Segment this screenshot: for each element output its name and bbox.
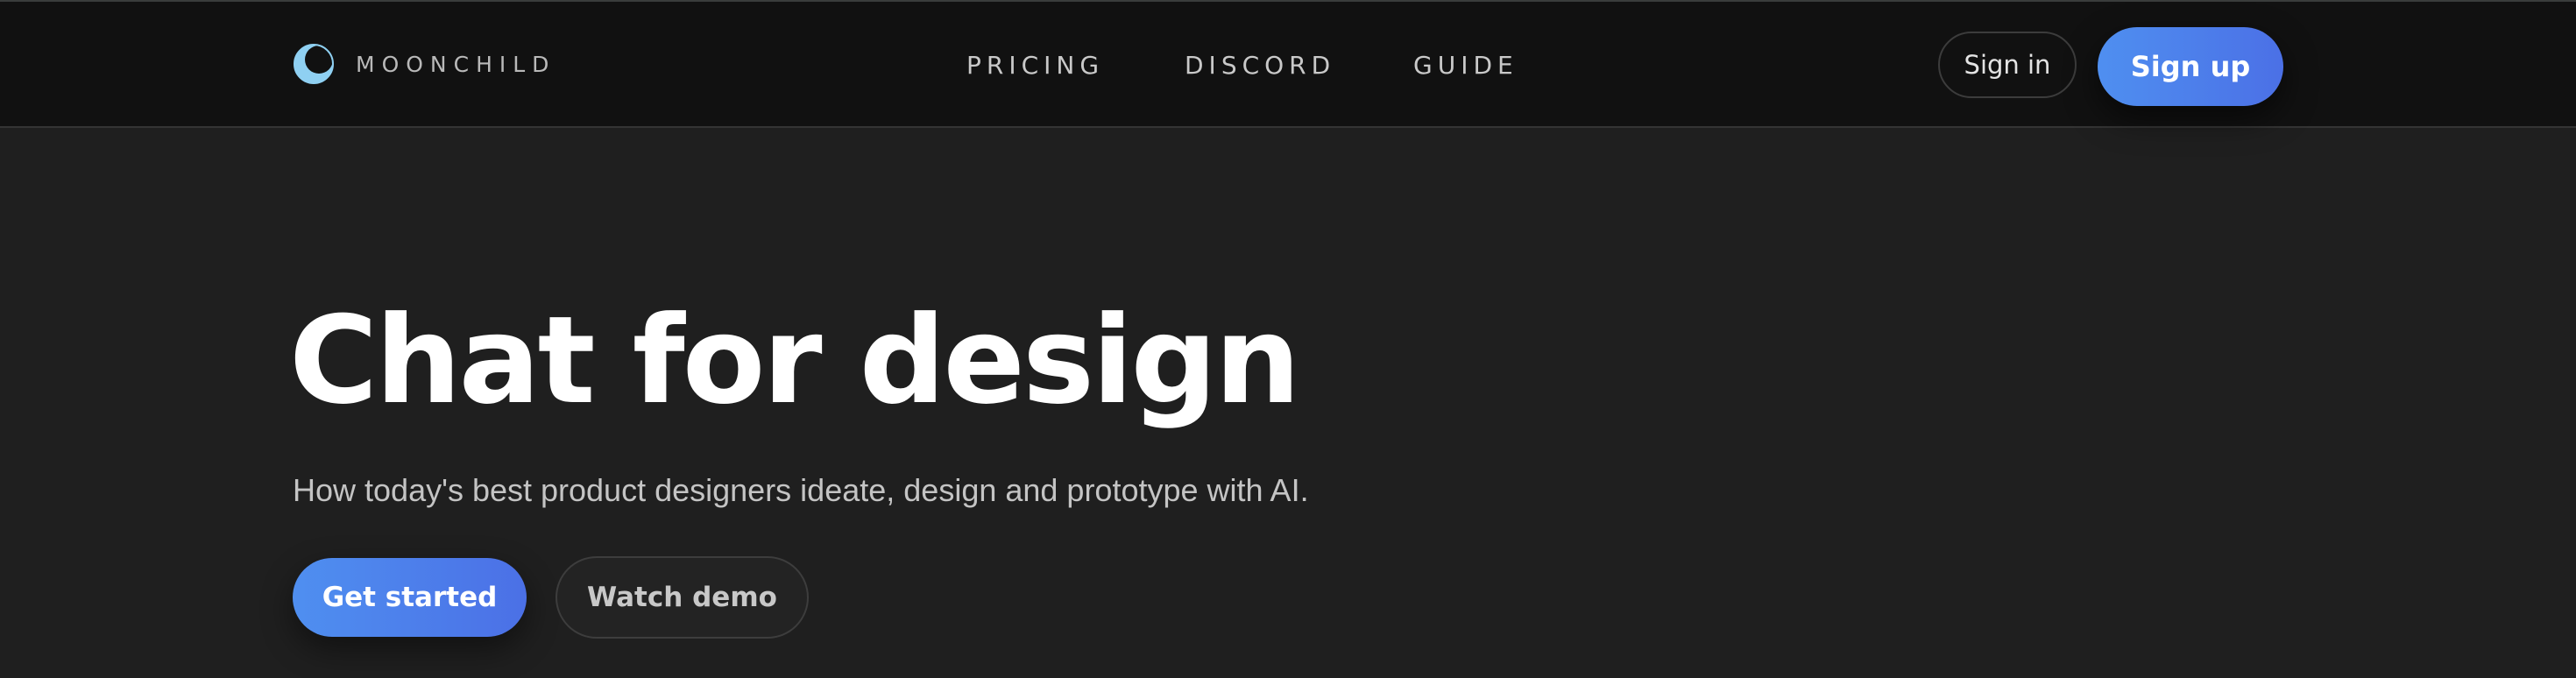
top-navbar: MOONCHILD PRICING DISCORD GUIDE Sign in …: [0, 0, 2576, 128]
hero-title: Chat for design: [289, 290, 1300, 431]
hero-subtitle: How today's best product designers ideat…: [293, 472, 1309, 508]
nav-discord[interactable]: DISCORD: [1185, 51, 1335, 80]
brand-name: MOONCHILD: [356, 51, 556, 77]
sign-in-button[interactable]: Sign in: [1938, 32, 2077, 98]
watch-demo-button[interactable]: Watch demo: [556, 556, 809, 639]
nav-pricing[interactable]: PRICING: [966, 51, 1104, 80]
crescent-moon-icon: [294, 44, 334, 84]
get-started-button[interactable]: Get started: [293, 558, 527, 637]
nav-guide[interactable]: GUIDE: [1413, 51, 1518, 80]
landing-page: MOONCHILD PRICING DISCORD GUIDE Sign in …: [0, 0, 2576, 678]
sign-up-button[interactable]: Sign up: [2098, 27, 2283, 106]
brand-logo[interactable]: MOONCHILD: [293, 43, 556, 85]
